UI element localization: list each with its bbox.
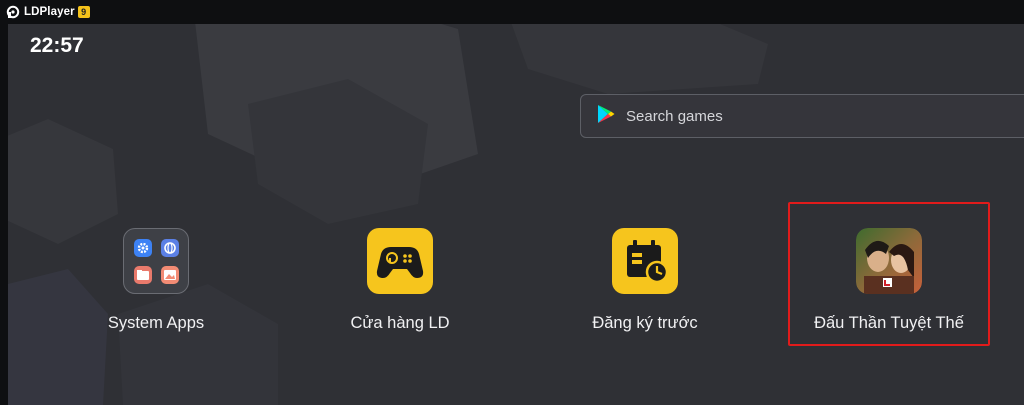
gallery-icon <box>161 266 179 284</box>
app-ld-store[interactable]: Cửa hàng LD <box>305 228 495 333</box>
app-system-apps[interactable]: System Apps <box>61 228 251 333</box>
calendar-clock-icon <box>612 228 678 294</box>
app-title: LDPlayer <box>24 6 75 18</box>
app-label: Cửa hàng LD <box>350 314 450 332</box>
version-badge: 9 <box>77 6 90 18</box>
ldplayer-logo-icon <box>6 5 20 19</box>
search-placeholder: Search games <box>626 107 723 125</box>
browser-icon <box>161 239 179 257</box>
settings-icon <box>134 239 152 257</box>
title-bar: LDPlayer 9 <box>0 0 1024 24</box>
gamepad-icon <box>367 228 433 294</box>
play-store-icon <box>597 104 615 129</box>
status-clock: 22:57 <box>30 34 84 57</box>
app-label: System Apps <box>107 314 205 332</box>
folder-icon <box>123 228 189 294</box>
window-left-edge <box>0 24 8 405</box>
selection-highlight-box <box>788 202 990 346</box>
home-screen: 22:57 Search games System Apps Cửa hàng … <box>8 24 1024 405</box>
app-label: Đăng ký trước <box>592 314 698 332</box>
file-manager-icon <box>134 266 152 284</box>
app-pre-registration[interactable]: Đăng ký trước <box>550 228 740 333</box>
search-games-bar[interactable]: Search games <box>580 94 1024 138</box>
